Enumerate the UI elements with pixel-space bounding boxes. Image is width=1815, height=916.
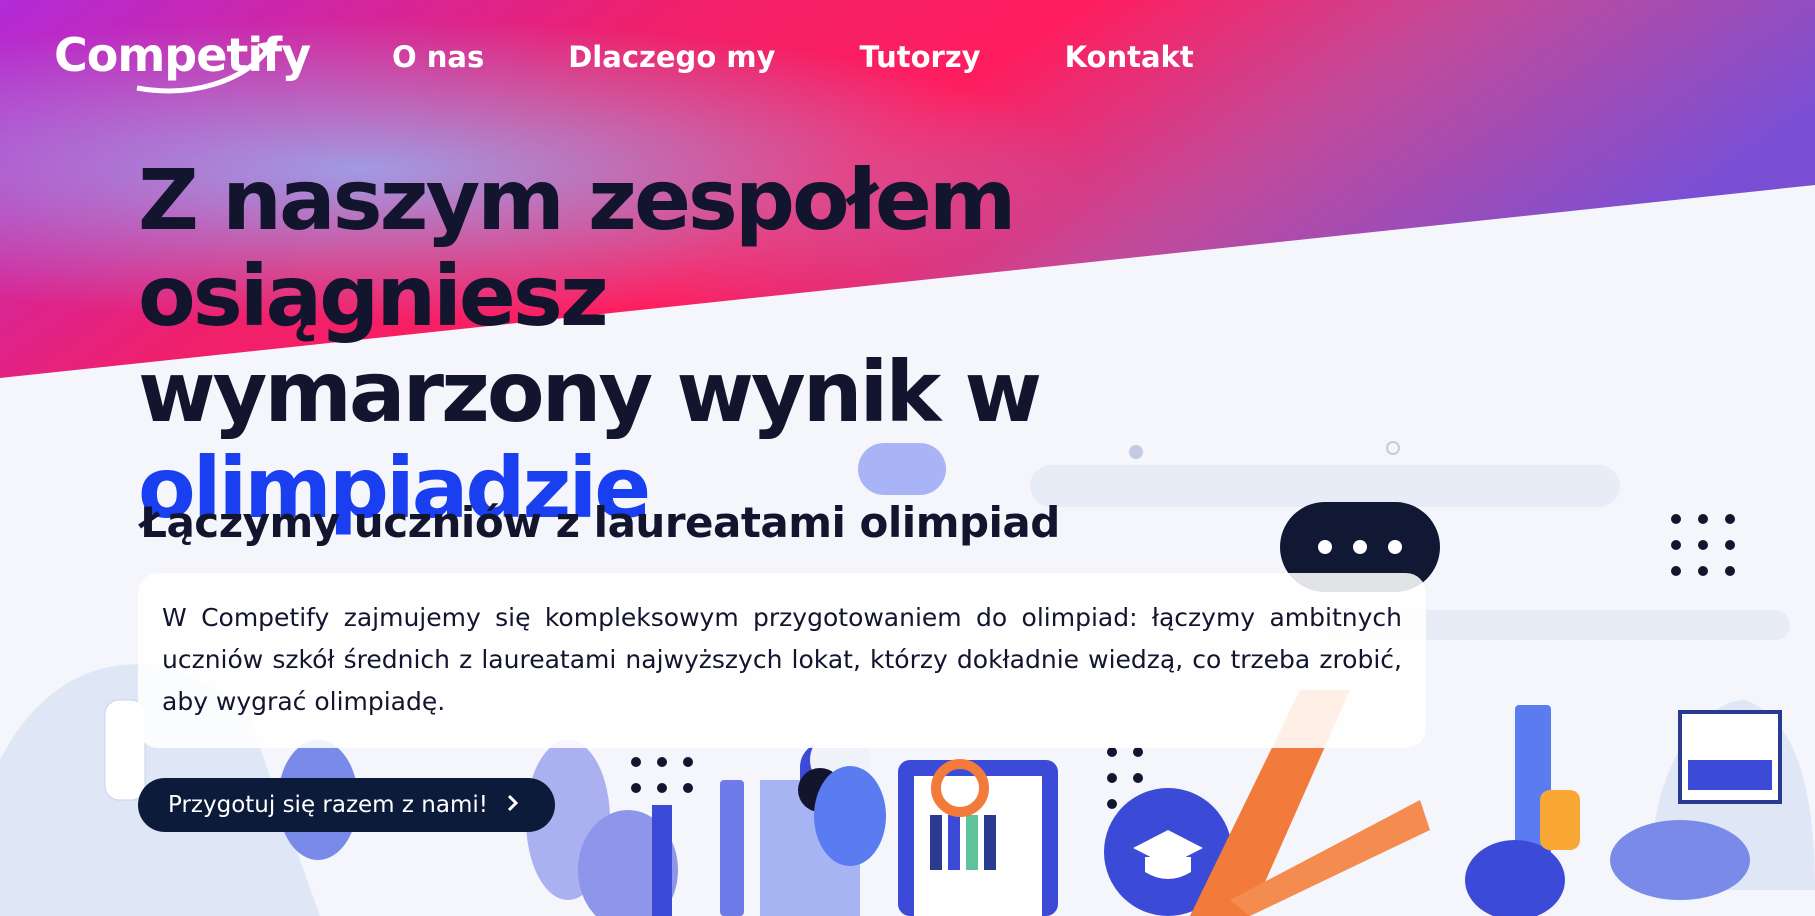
nav-link-tutors[interactable]: Tutorzy bbox=[859, 40, 980, 74]
nav-link-why-us[interactable]: Dlaczego my bbox=[568, 40, 775, 74]
hero-headline-text: Z naszym zespołem osiągniesz wymarzony w… bbox=[138, 151, 1042, 441]
cta-label: Przygotuj się razem z nami! bbox=[168, 792, 488, 818]
chevron-right-icon bbox=[506, 793, 520, 817]
logo[interactable]: Competify bbox=[54, 28, 311, 82]
cta-button[interactable]: Przygotuj się razem z nami! bbox=[138, 778, 555, 832]
description-card: W Competify zajmujemy się kompleksowym p… bbox=[138, 573, 1426, 748]
nav-link-about[interactable]: O nas bbox=[392, 40, 484, 74]
top-navigation: Competify O nas Dlaczego my Tutorzy Kont… bbox=[0, 0, 1815, 120]
hero-headline: Z naszym zespołem osiągniesz wymarzony w… bbox=[138, 152, 1118, 536]
nav-link-contact[interactable]: Kontakt bbox=[1065, 40, 1194, 74]
nav-links: O nas Dlaczego my Tutorzy Kontakt bbox=[392, 40, 1278, 74]
hero-description: W Competify zajmujemy się kompleksowym p… bbox=[162, 603, 1402, 716]
hero-subheadline: Łączymy uczniów z laureatami olimpiad bbox=[140, 498, 1060, 547]
